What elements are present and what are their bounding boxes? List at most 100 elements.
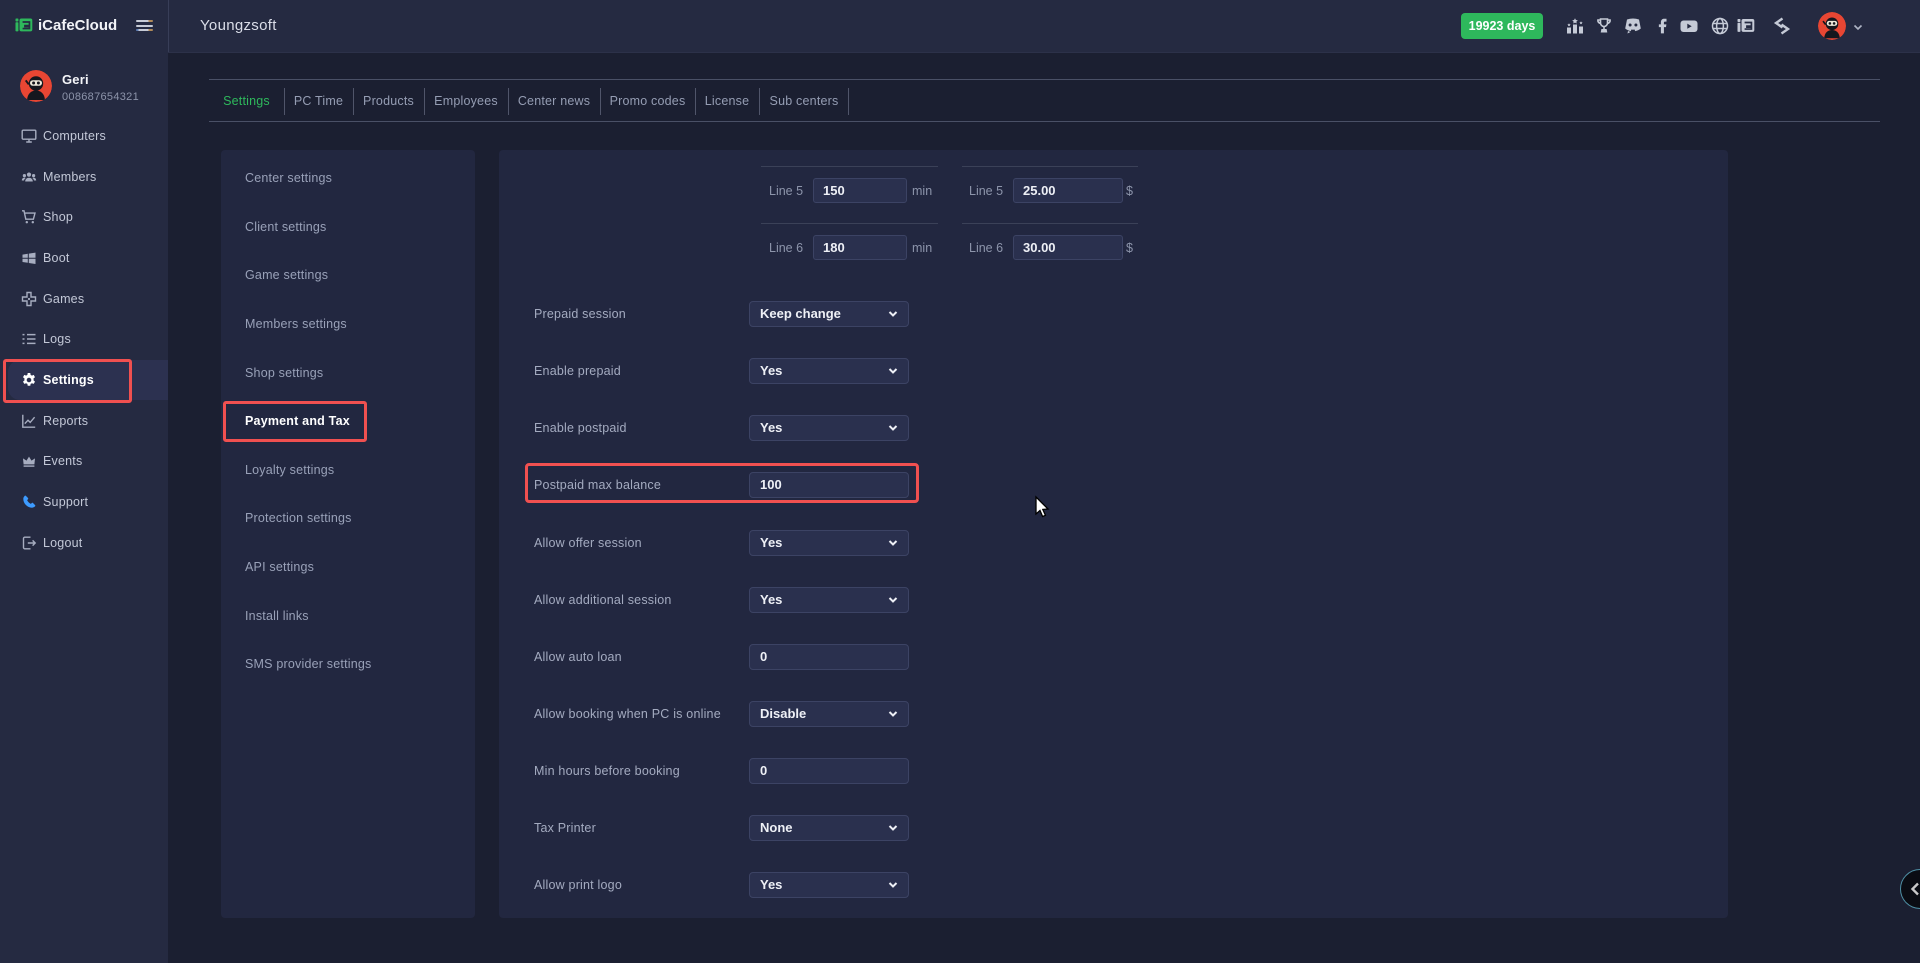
select-value: None bbox=[760, 820, 793, 835]
allow-booking-select[interactable]: Disable bbox=[749, 701, 909, 727]
people-icon bbox=[21, 169, 37, 185]
enable-prepaid-select[interactable]: Yes bbox=[749, 358, 909, 384]
select-value: Yes bbox=[760, 363, 782, 378]
brand-logo[interactable]: iCafeCloud bbox=[15, 16, 117, 35]
chevron-down-icon bbox=[887, 308, 899, 320]
chevron-down-icon bbox=[887, 422, 899, 434]
chevron-left-icon bbox=[1908, 881, 1920, 897]
sidebar-item-events[interactable]: Events bbox=[0, 441, 168, 482]
sidebar-item-shop[interactable]: Shop bbox=[0, 197, 168, 238]
tab-sub-centers[interactable]: Sub centers bbox=[759, 80, 849, 121]
panel-collapse-button[interactable] bbox=[1900, 869, 1920, 909]
tab-promo-codes[interactable]: Promo codes bbox=[600, 80, 695, 121]
menu-item-api-settings[interactable]: API settings bbox=[221, 543, 475, 592]
sidebar-item-boot[interactable]: Boot bbox=[0, 238, 168, 279]
page-title: Youngzsoft bbox=[200, 0, 277, 52]
tab-products[interactable]: Products bbox=[353, 80, 424, 121]
sidebar-user[interactable]: Geri 008687654321 bbox=[0, 70, 168, 118]
line-row: Line 6 $ bbox=[962, 223, 1138, 280]
line6-minutes-input[interactable] bbox=[813, 235, 907, 260]
form-row-postpaid-max-balance: Postpaid max balance bbox=[499, 456, 1728, 513]
allow-print-logo-select[interactable]: Yes bbox=[749, 872, 909, 898]
chevron-down-icon[interactable] bbox=[1852, 20, 1864, 38]
menu-item-loyalty-settings[interactable]: Loyalty settings bbox=[221, 446, 475, 495]
line-suffix: $ bbox=[1126, 184, 1133, 198]
list-icon bbox=[21, 331, 37, 347]
form-row-tax-printer: Tax Printer None bbox=[499, 799, 1728, 856]
sidebar-avatar bbox=[20, 70, 52, 102]
form-row-min-hours-before-booking: Min hours before booking bbox=[499, 742, 1728, 799]
field-label: Enable postpaid bbox=[534, 421, 627, 435]
line6-price-input[interactable] bbox=[1013, 235, 1123, 260]
enable-postpaid-select[interactable]: Yes bbox=[749, 415, 909, 441]
sidebar-item-logout[interactable]: Logout bbox=[0, 522, 168, 563]
logout-icon bbox=[21, 535, 37, 551]
globe-icon[interactable] bbox=[1710, 16, 1730, 36]
sidebar-item-label: Logs bbox=[43, 332, 71, 346]
line5-minutes-input[interactable] bbox=[813, 178, 907, 203]
trophy-icon[interactable] bbox=[1595, 17, 1614, 36]
menu-item-center-settings[interactable]: Center settings bbox=[221, 154, 475, 203]
license-days-badge[interactable]: 19923 days bbox=[1461, 13, 1543, 39]
prepaid-session-select[interactable]: Keep change bbox=[749, 301, 909, 327]
menu-item-sms-provider-settings[interactable]: SMS provider settings bbox=[221, 640, 475, 689]
cart-icon bbox=[21, 209, 37, 225]
menu-item-install-links[interactable]: Install links bbox=[221, 591, 475, 640]
allow-offer-session-select[interactable]: Yes bbox=[749, 530, 909, 556]
menu-item-game-settings[interactable]: Game settings bbox=[221, 251, 475, 300]
facebook-icon[interactable] bbox=[1652, 17, 1670, 35]
sidebar: Geri 008687654321 Computers bbox=[0, 52, 168, 963]
line-label: Line 6 bbox=[761, 241, 813, 255]
icafemenu-icon[interactable] bbox=[1771, 17, 1793, 36]
sidebar-item-computers[interactable]: Computers bbox=[0, 116, 168, 157]
sidebar-item-support[interactable]: Support bbox=[0, 482, 168, 523]
select-value: Yes bbox=[760, 535, 782, 550]
tax-printer-select[interactable]: None bbox=[749, 815, 909, 841]
chevron-down-icon bbox=[887, 537, 899, 549]
ranking-icon[interactable] bbox=[1565, 16, 1585, 36]
discord-icon[interactable] bbox=[1623, 16, 1644, 36]
sidebar-item-label: Shop bbox=[43, 210, 73, 224]
line-label: Line 5 bbox=[962, 184, 1013, 198]
monitor-icon bbox=[21, 128, 37, 144]
sidebar-item-games[interactable]: Games bbox=[0, 278, 168, 319]
sidebar-item-label: Logout bbox=[43, 536, 82, 550]
sidebar-item-label: Games bbox=[43, 292, 84, 306]
line5-price-input[interactable] bbox=[1013, 178, 1123, 203]
menu-item-payment-and-tax[interactable]: Payment and Tax bbox=[221, 397, 475, 446]
postpaid-max-balance-input[interactable] bbox=[749, 472, 909, 498]
line-suffix: min bbox=[912, 184, 932, 198]
field-label: Allow auto loan bbox=[534, 650, 622, 664]
allow-additional-session-select[interactable]: Yes bbox=[749, 587, 909, 613]
sidebar-item-label: Boot bbox=[43, 251, 70, 265]
crown-icon bbox=[21, 453, 37, 469]
user-avatar[interactable] bbox=[1818, 12, 1846, 40]
menu-item-shop-settings[interactable]: Shop settings bbox=[221, 348, 475, 397]
menu-item-protection-settings[interactable]: Protection settings bbox=[221, 494, 475, 543]
sidebar-item-members[interactable]: Members bbox=[0, 156, 168, 197]
tab-employees[interactable]: Employees bbox=[424, 80, 508, 121]
menu-item-members-settings[interactable]: Members settings bbox=[221, 300, 475, 349]
sidebar-item-reports[interactable]: Reports bbox=[0, 400, 168, 441]
select-value: Disable bbox=[760, 706, 806, 721]
top-bar: iCafeCloud Youngzsoft 19923 days bbox=[0, 0, 1920, 52]
sidebar-item-settings[interactable]: Settings bbox=[8, 360, 168, 401]
gear-icon bbox=[21, 372, 37, 388]
allow-auto-loan-input[interactable] bbox=[749, 644, 909, 670]
line-suffix: $ bbox=[1126, 241, 1133, 255]
hamburger-menu-icon[interactable] bbox=[136, 20, 153, 31]
menu-item-client-settings[interactable]: Client settings bbox=[221, 203, 475, 252]
sidebar-item-logs[interactable]: Logs bbox=[0, 319, 168, 360]
min-hours-before-booking-input[interactable] bbox=[749, 758, 909, 784]
icafecloud-logo-icon bbox=[15, 16, 35, 35]
icafecloud-mini-icon[interactable] bbox=[1737, 17, 1757, 36]
youtube-icon[interactable] bbox=[1679, 16, 1700, 36]
tab-center-news[interactable]: Center news bbox=[508, 80, 600, 121]
tab-settings[interactable]: Settings bbox=[209, 80, 284, 121]
tab-pc-time[interactable]: PC Time bbox=[284, 80, 353, 121]
minute-lines-table: Line 5 min Line 6 min bbox=[761, 166, 938, 280]
tab-license[interactable]: License bbox=[695, 80, 759, 121]
sidebar-item-label: Computers bbox=[43, 129, 106, 143]
chevron-down-icon bbox=[887, 708, 899, 720]
sidebar-item-label: Events bbox=[43, 454, 82, 468]
